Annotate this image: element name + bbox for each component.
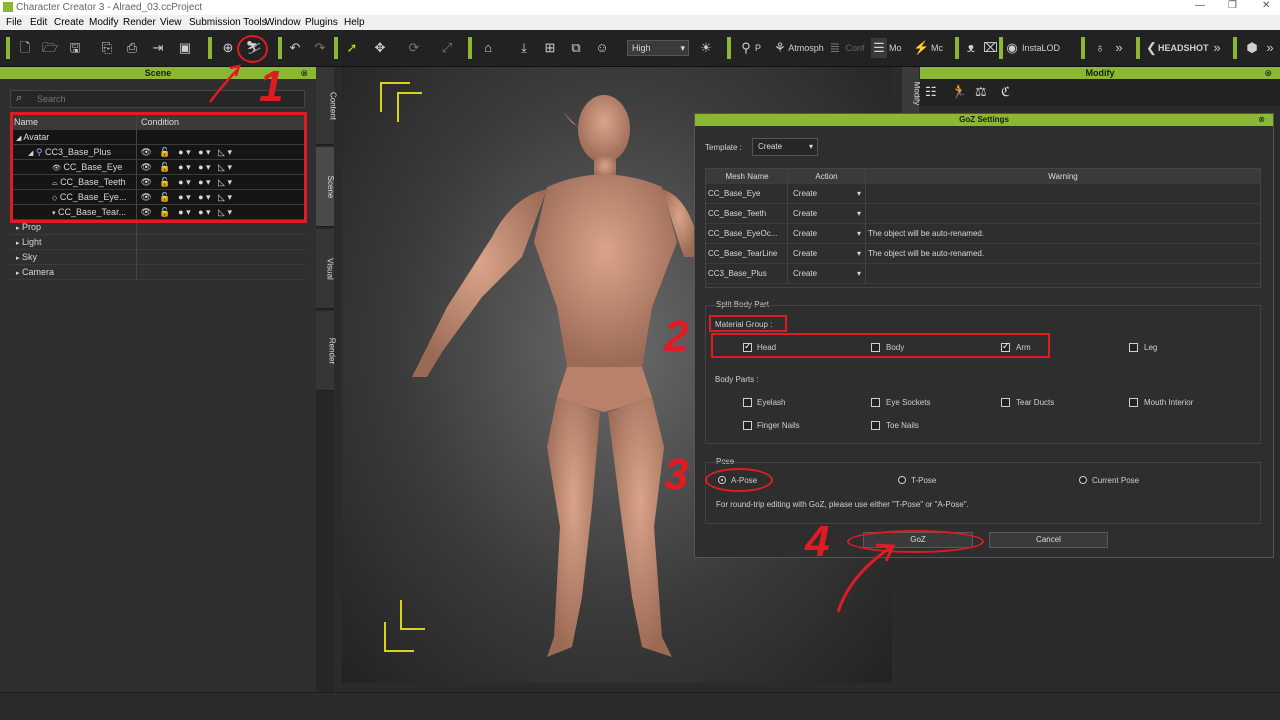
annotation-arrows <box>209 64 896 613</box>
annotation-arrow-1 <box>209 69 238 103</box>
status-bar <box>0 692 1280 720</box>
annotation-arrow-4 <box>836 546 891 613</box>
